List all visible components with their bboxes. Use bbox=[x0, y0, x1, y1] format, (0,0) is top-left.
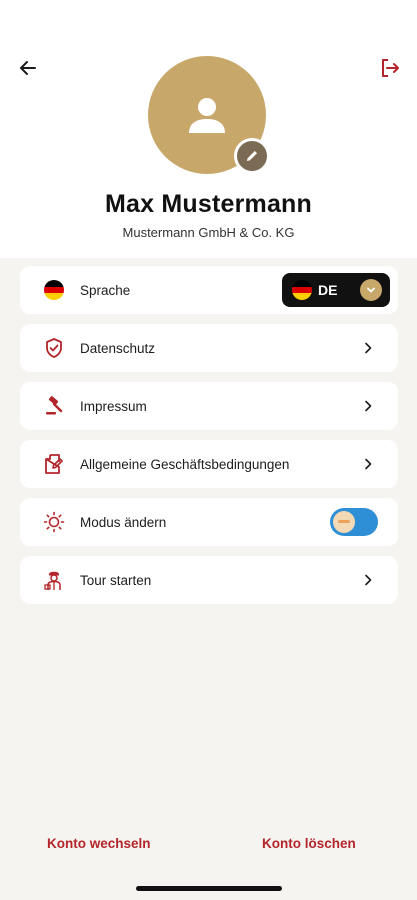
menu-item-imprint[interactable]: Impressum bbox=[20, 382, 398, 430]
chevron-right-icon bbox=[358, 396, 378, 416]
menu-item-language[interactable]: Sprache DE bbox=[20, 266, 398, 314]
logout-button[interactable] bbox=[376, 54, 404, 82]
switch-account-link[interactable]: Konto wechseln bbox=[47, 836, 151, 851]
company-name: Mustermann GmbH & Co. KG bbox=[122, 225, 295, 240]
user-name: Max Mustermann bbox=[104, 190, 312, 218]
person-icon bbox=[189, 98, 225, 133]
menu-item-tour[interactable]: Tour starten bbox=[20, 556, 398, 604]
chevron-right-icon bbox=[358, 570, 378, 590]
chevron-right-icon bbox=[358, 338, 378, 358]
chevron-down-icon bbox=[360, 279, 382, 301]
flag-germany-icon bbox=[292, 280, 312, 300]
edit-avatar-button[interactable] bbox=[234, 138, 270, 174]
mode-toggle[interactable] bbox=[330, 508, 378, 536]
menu-item-label: Tour starten bbox=[80, 572, 152, 588]
tour-guide-icon bbox=[42, 568, 66, 592]
language-selector[interactable]: DE bbox=[282, 273, 390, 307]
menu-item-label: Impressum bbox=[80, 398, 147, 414]
pencil-icon bbox=[247, 151, 257, 161]
menu-item-label: Modus ändern bbox=[80, 514, 167, 530]
profile-header: Max Mustermann Mustermann GmbH & Co. KG bbox=[0, 0, 417, 258]
menu-item-label: Datenschutz bbox=[80, 340, 156, 356]
logout-icon bbox=[382, 59, 399, 77]
back-button[interactable] bbox=[14, 54, 42, 82]
language-code: DE bbox=[318, 282, 338, 298]
document-edit-icon bbox=[42, 452, 66, 476]
gavel-icon bbox=[42, 394, 66, 418]
menu-item-label: Sprache bbox=[80, 282, 131, 298]
flag-germany-icon bbox=[42, 278, 66, 302]
settings-menu: Sprache DE Datenschutz Impressum Allgeme… bbox=[20, 266, 398, 614]
arrow-left-icon bbox=[20, 61, 36, 75]
menu-item-mode[interactable]: Modus ändern bbox=[20, 498, 398, 546]
toggle-knob bbox=[333, 511, 355, 533]
sun-icon bbox=[42, 510, 66, 534]
home-indicator bbox=[136, 886, 282, 891]
menu-item-privacy[interactable]: Datenschutz bbox=[20, 324, 398, 372]
menu-item-terms[interactable]: Allgemeine Geschäftsbedingungen bbox=[20, 440, 398, 488]
delete-account-link[interactable]: Konto löschen bbox=[262, 836, 356, 851]
shield-check-icon bbox=[42, 336, 66, 360]
chevron-right-icon bbox=[358, 454, 378, 474]
menu-item-label: Allgemeine Geschäftsbedingungen bbox=[80, 456, 290, 472]
